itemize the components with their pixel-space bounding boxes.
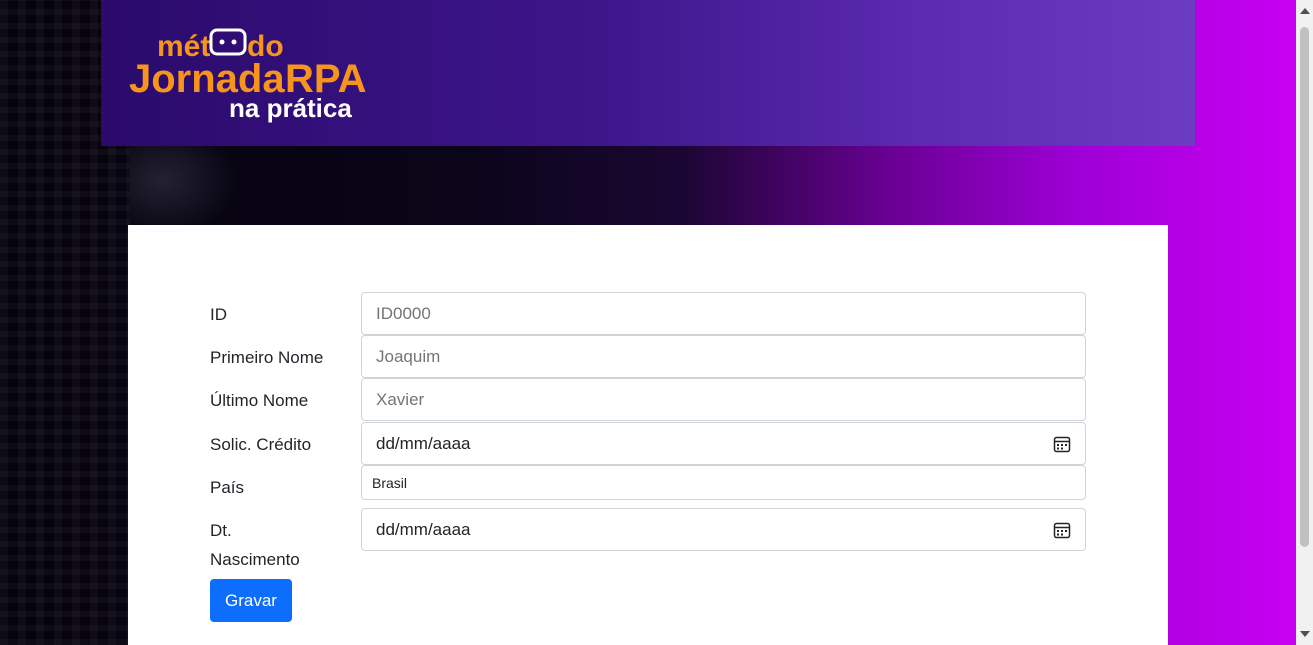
page-header: mét do Jornada RPA na prática bbox=[101, 0, 1195, 146]
first-name-input[interactable] bbox=[361, 335, 1086, 378]
calendar-icon[interactable] bbox=[1053, 435, 1071, 453]
last-name-label: Último Nome bbox=[210, 391, 309, 410]
credit-request-label: Solic. Crédito bbox=[210, 435, 312, 454]
country-label: País bbox=[210, 478, 245, 497]
last-name-input[interactable] bbox=[361, 378, 1086, 421]
credit-request-date-value: dd/mm/aaaa bbox=[376, 433, 471, 453]
form-card: ID Primeiro Nome Último Nome Solic. Créd… bbox=[128, 225, 1168, 645]
scroll-up-arrow-icon[interactable] bbox=[1300, 8, 1310, 14]
save-button[interactable]: Gravar bbox=[210, 579, 292, 622]
jornada-rpa-logo: mét do Jornada RPA na prática bbox=[129, 28, 366, 123]
vertical-scrollbar[interactable] bbox=[1296, 0, 1313, 645]
scrollbar-thumb[interactable] bbox=[1300, 27, 1309, 547]
id-label: ID bbox=[210, 305, 227, 324]
birth-date-input[interactable]: dd/mm/aaaa bbox=[361, 508, 1086, 551]
first-name-label: Primeiro Nome bbox=[210, 348, 324, 367]
country-input[interactable]: Brasil bbox=[361, 465, 1086, 500]
calendar-icon[interactable] bbox=[1053, 521, 1071, 539]
credit-request-date-input[interactable]: dd/mm/aaaa bbox=[361, 422, 1086, 465]
svg-text:na prática: na prática bbox=[229, 93, 352, 123]
birth-date-value: dd/mm/aaaa bbox=[376, 519, 471, 539]
birth-date-label: Dt. Nascimento bbox=[210, 521, 300, 569]
robot-face-icon bbox=[209, 28, 247, 56]
id-input[interactable] bbox=[361, 292, 1086, 335]
scroll-down-arrow-icon[interactable] bbox=[1300, 631, 1310, 637]
country-value: Brasil bbox=[372, 474, 408, 491]
